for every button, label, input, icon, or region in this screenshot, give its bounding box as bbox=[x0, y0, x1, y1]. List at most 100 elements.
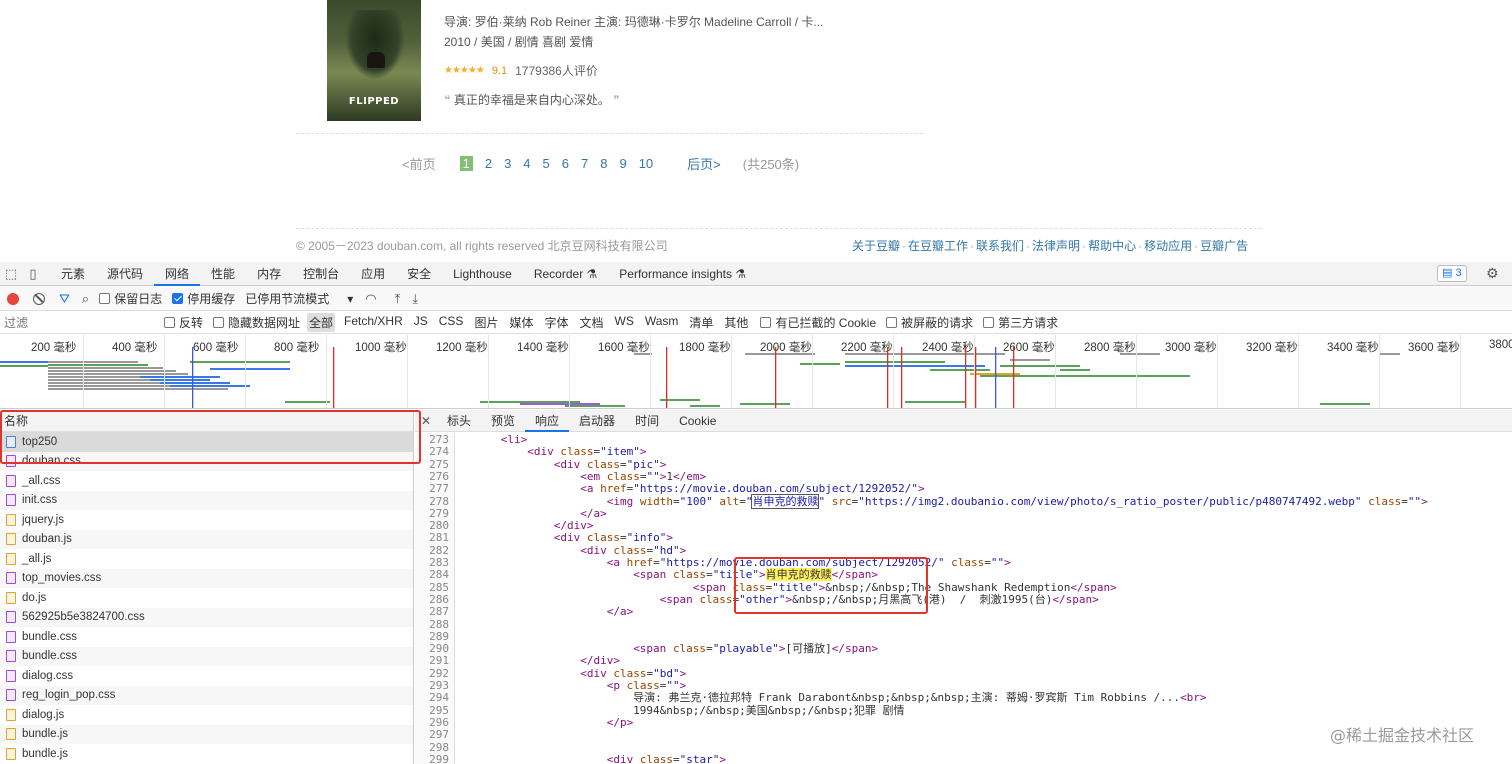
detail-tab[interactable]: 启动器 bbox=[569, 410, 625, 432]
movie-poster[interactable]: FLIPPED bbox=[327, 0, 421, 121]
pager-page-1: 1 bbox=[459, 156, 473, 171]
pager-page-8[interactable]: 8 bbox=[600, 156, 607, 171]
pager-page-9[interactable]: 9 bbox=[619, 156, 626, 171]
type-filter-button[interactable]: JS bbox=[412, 313, 430, 332]
pager-page-5[interactable]: 5 bbox=[543, 156, 550, 171]
js-file-icon bbox=[6, 552, 16, 565]
type-filter-button[interactable]: 其他 bbox=[722, 313, 750, 332]
devtools-tab[interactable]: 内存 bbox=[246, 262, 292, 286]
pager-next-link[interactable]: 后页> bbox=[687, 154, 721, 173]
third-party-checkbox[interactable]: 第三方请求 bbox=[983, 314, 1058, 331]
footer-link[interactable]: 豆瓣广告 bbox=[1200, 239, 1248, 253]
disable-cache-checkbox[interactable]: 停用缓存 bbox=[172, 290, 235, 307]
request-row[interactable]: _all.js bbox=[0, 549, 413, 569]
request-row[interactable]: _all.css bbox=[0, 471, 413, 491]
line-content: <em class="">1</em> bbox=[580, 469, 707, 483]
type-filter-button[interactable]: WS bbox=[613, 313, 636, 332]
footer-link[interactable]: 移动应用 bbox=[1144, 239, 1192, 253]
filter-input[interactable] bbox=[0, 312, 154, 333]
pager-page-6[interactable]: 6 bbox=[562, 156, 569, 171]
request-row[interactable]: bundle.js bbox=[0, 724, 413, 744]
clear-icon[interactable] bbox=[33, 292, 45, 305]
devtools-tab[interactable]: 安全 bbox=[396, 262, 442, 286]
movie-quote: ❝ 真正的幸福是来自内心深处。 ❞ bbox=[444, 91, 620, 108]
pager-page-3[interactable]: 3 bbox=[504, 156, 511, 171]
line-content: <div class="info"> bbox=[553, 531, 673, 545]
type-filter-button[interactable]: CSS bbox=[437, 313, 466, 332]
waterfall-bar bbox=[160, 382, 230, 384]
blocked-requests-checkbox[interactable]: 被屏蔽的请求 bbox=[886, 314, 973, 331]
waterfall-bar bbox=[845, 365, 985, 367]
devtools-tab[interactable]: Recorder ⚗ bbox=[523, 262, 608, 286]
detail-tab[interactable]: Cookie bbox=[669, 410, 726, 432]
request-row[interactable]: 562925b5e3824700.css bbox=[0, 607, 413, 627]
download-icon[interactable]: ⤓ bbox=[412, 291, 418, 307]
pager-page-10[interactable]: 10 bbox=[639, 156, 653, 171]
footer-link[interactable]: 关于豆瓣 bbox=[852, 239, 900, 253]
detail-tab[interactable]: 预览 bbox=[481, 410, 525, 432]
paginator: <前页 1 2 3 4 5 6 7 8 9 10 后页> (共250条) bbox=[402, 154, 799, 173]
devtools-tab[interactable]: 网络 bbox=[154, 262, 201, 286]
request-row[interactable]: top_movies.css bbox=[0, 568, 413, 588]
blocked-cookies-checkbox[interactable]: 有已拦截的 Cookie bbox=[760, 314, 876, 331]
devtools-tab[interactable]: 控制台 bbox=[292, 262, 350, 286]
type-filter-button[interactable]: 图片 bbox=[472, 313, 500, 332]
devtools-tab[interactable]: 性能 bbox=[200, 262, 246, 286]
timeline-gridline bbox=[1055, 335, 1056, 408]
throttling-select[interactable]: 已停用节流模式 ▾ bbox=[245, 290, 353, 307]
waterfall-bar bbox=[740, 403, 790, 405]
network-overview-timeline[interactable]: 200 毫秒 400 毫秒 600 毫秒 800 毫秒 1000 毫秒 1200 毫秒 14… bbox=[0, 335, 1512, 409]
request-row[interactable]: douban.js bbox=[0, 529, 413, 549]
device-toolbar-icon[interactable]: ▯ bbox=[22, 266, 44, 282]
devtools-tab[interactable]: Performance insights ⚗ bbox=[608, 262, 757, 286]
upload-icon[interactable]: ⤒ bbox=[395, 291, 401, 307]
devtools-tab[interactable]: Lighthouse bbox=[442, 262, 523, 286]
request-row[interactable]: bundle.js bbox=[0, 744, 413, 764]
type-filter-button[interactable]: 字体 bbox=[542, 313, 570, 332]
request-row[interactable]: jquery.js bbox=[0, 510, 413, 530]
preserve-log-checkbox[interactable]: 保留日志 bbox=[99, 290, 162, 307]
filter-icon[interactable]: ⛛ bbox=[59, 291, 70, 307]
search-icon[interactable]: ⌕ bbox=[82, 291, 89, 307]
devtools-tab[interactable]: 元素 bbox=[50, 262, 96, 286]
request-row[interactable]: reg_login_pop.css bbox=[0, 685, 413, 705]
type-filter-button[interactable]: Fetch/XHR bbox=[342, 313, 405, 332]
type-filter-button[interactable]: 清单 bbox=[687, 313, 715, 332]
issues-badge[interactable]: ▤ 3 bbox=[1437, 265, 1467, 282]
footer-link[interactable]: 帮助中心 bbox=[1088, 239, 1136, 253]
type-filter-button[interactable]: Wasm bbox=[643, 313, 681, 332]
line-number: 299 bbox=[429, 752, 449, 764]
hide-data-urls-checkbox[interactable]: 隐藏数据网址 bbox=[213, 314, 300, 331]
waterfall-bar bbox=[901, 347, 903, 408]
gear-icon[interactable]: ⚙ bbox=[1486, 265, 1499, 282]
request-detail-panel: ✕ 标头 预览 响应 启动器 时间 Cookie 273 <li> 274 <div cla… bbox=[415, 410, 1512, 764]
invert-checkbox[interactable]: 反转 bbox=[164, 314, 203, 331]
pager-page-7[interactable]: 7 bbox=[581, 156, 588, 171]
request-row[interactable]: bundle.css bbox=[0, 646, 413, 666]
record-icon[interactable] bbox=[7, 292, 19, 305]
footer-link[interactable]: 在豆瓣工作 bbox=[908, 239, 968, 253]
detail-tab[interactable]: 标头 bbox=[437, 410, 481, 432]
footer-link[interactable]: 法律声明 bbox=[1032, 239, 1080, 253]
request-row[interactable]: dialog.js bbox=[0, 705, 413, 725]
request-row[interactable]: init.css bbox=[0, 490, 413, 510]
detail-tab[interactable]: 时间 bbox=[625, 410, 669, 432]
movie-meta-line: 2010 / 美国 / 剧情 喜剧 爱情 bbox=[444, 35, 594, 49]
request-row[interactable]: dialog.css bbox=[0, 666, 413, 686]
type-filter-button[interactable]: 文档 bbox=[577, 313, 605, 332]
waterfall-bar bbox=[565, 405, 625, 407]
waterfall-bar bbox=[1010, 359, 1050, 361]
type-filter-button[interactable]: 全部 bbox=[307, 313, 336, 332]
pager-page-4[interactable]: 4 bbox=[523, 156, 530, 171]
footer-link[interactable]: 联系我们 bbox=[976, 239, 1024, 253]
request-row[interactable]: bundle.css bbox=[0, 627, 413, 647]
inspect-element-icon[interactable]: ⬚ bbox=[0, 266, 22, 282]
devtools-tab[interactable]: 源代码 bbox=[96, 262, 154, 286]
pager-page-2[interactable]: 2 bbox=[485, 156, 492, 171]
detail-tab[interactable]: 响应 bbox=[525, 410, 570, 432]
wifi-icon[interactable]: ◠ bbox=[365, 291, 376, 307]
waterfall-bar bbox=[1000, 365, 1080, 367]
type-filter-button[interactable]: 媒体 bbox=[507, 313, 535, 332]
request-row[interactable]: do.js bbox=[0, 588, 413, 608]
devtools-tab[interactable]: 应用 bbox=[350, 262, 396, 286]
